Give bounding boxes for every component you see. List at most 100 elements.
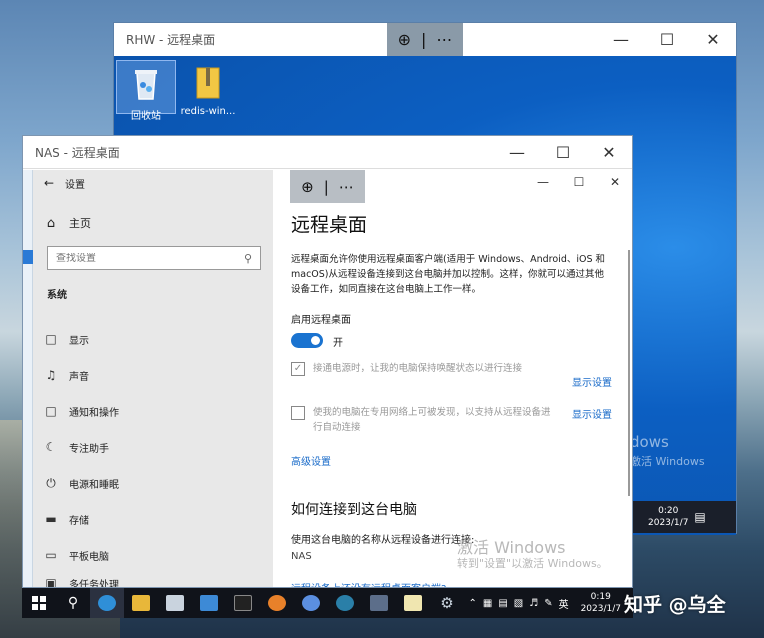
message-icon: □ (45, 404, 57, 418)
nas-window-title: NAS - 远程桌面 (35, 145, 120, 160)
taskbar-edge[interactable] (90, 588, 124, 618)
rhw-activate-title: dows (630, 433, 669, 451)
no-client-link[interactable]: 远程设备上还没有远程桌面客户端? (291, 580, 446, 587)
taskbar-clock[interactable]: 0:19 2023/1/7 (581, 591, 621, 615)
notepad-icon (404, 595, 422, 611)
nav-item-multitasking[interactable]: ▣ 多任务处理 (33, 573, 273, 587)
nav-item-sound[interactable]: ♫ 声音 (33, 357, 273, 393)
toggle-state-label: 开 (333, 338, 343, 349)
nav-home[interactable]: ⌂ 主页 (33, 208, 273, 238)
search-input[interactable] (56, 252, 244, 264)
taskbar-globe-app[interactable] (328, 588, 362, 618)
nav-item-focus-assist[interactable]: ☾ 专注助手 (33, 429, 273, 465)
nas-titlebar[interactable]: NAS - 远程桌面 — ☐ ✕ (23, 136, 632, 169)
close-button[interactable]: ✕ (690, 23, 736, 56)
enable-remote-desktop-toggle[interactable] (291, 333, 323, 348)
tray-display-icon[interactable]: ▧ (514, 598, 523, 609)
rhw-activate-sub: 激活 Windows (630, 455, 705, 468)
minimize-button[interactable]: — (598, 23, 644, 56)
option2-display-settings-link[interactable]: 显示设置 (572, 406, 612, 421)
option1-display-settings-link[interactable]: 显示设置 (572, 374, 612, 389)
nav-item-tablet[interactable]: ▭ 平板电脑 (33, 537, 273, 573)
more-options-icon[interactable]: ⋯ (339, 178, 354, 196)
taskbar-file-explorer[interactable] (124, 588, 158, 618)
folder-icon (132, 595, 150, 611)
settings-nav: ← 设置 ⌂ 主页 ⚲ 系统 □ 显示 ♫ 声音 (33, 170, 273, 587)
more-options-icon[interactable]: ⋯ (436, 30, 452, 49)
zoom-icon[interactable]: ⊕ (398, 30, 411, 49)
rhw-notification-icon[interactable]: ▤ (694, 510, 705, 524)
nav-item-notifications[interactable]: □ 通知和操作 (33, 393, 273, 429)
magnifier-app-icon (268, 595, 286, 611)
settings-header-label: 设置 (65, 179, 85, 191)
maximize-button[interactable]: ☐ (561, 170, 597, 194)
storage-icon: ▬ (45, 512, 57, 526)
close-button[interactable]: ✕ (586, 136, 632, 169)
moon-icon: ☾ (45, 440, 57, 454)
enable-remote-desktop-label: 启用远程桌面 (291, 315, 351, 326)
search-icon: ⚲ (67, 595, 79, 611)
taskbar-app-blue[interactable] (192, 588, 226, 618)
taskbar-settings[interactable]: ⚙ (430, 588, 464, 618)
redis-label: redis-win... (180, 106, 236, 117)
settings-search[interactable]: ⚲ (47, 246, 261, 270)
recycle-bin-label: 回收站 (131, 111, 161, 122)
discoverable-checkbox[interactable] (291, 406, 305, 420)
advanced-settings-link[interactable]: 高级设置 (291, 453, 331, 468)
taskbar-search-app[interactable] (260, 588, 294, 618)
nav-item-power-sleep[interactable]: ⏻ 电源和睡眠 (33, 465, 273, 501)
page-title: 远程桌面 (291, 214, 368, 236)
app-icon (200, 595, 218, 611)
taskbar-notepad[interactable] (396, 588, 430, 618)
nav-section-title: 系统 (47, 290, 67, 301)
nav-item-display[interactable]: □ 显示 (33, 321, 273, 357)
zoom-icon[interactable]: ⊕ (301, 178, 314, 196)
minimize-button[interactable]: — (525, 170, 561, 194)
volume-icon[interactable]: ♬ (529, 598, 538, 609)
gear-icon: ⚙ (440, 594, 454, 612)
rhw-clock-time: 0:20 (658, 506, 679, 516)
nav-item-label: 通知和操作 (69, 407, 119, 419)
taskbar-remote-desktop[interactable] (158, 588, 192, 618)
content-scrollbar[interactable] (628, 250, 630, 496)
home-icon: ⌂ (46, 215, 56, 231)
nav-item-label: 电源和睡眠 (69, 479, 119, 491)
nav-item-storage[interactable]: ▬ 存储 (33, 501, 273, 537)
discoverable-label: 使我的电脑在专用网络上可被发现，以支持从远程设备进行自动连接 (313, 407, 551, 433)
zhihu-watermark: 知乎 @乌全 (624, 594, 726, 616)
taskbar-terminal[interactable] (226, 588, 260, 618)
search-icon[interactable]: ⚲ (244, 252, 252, 265)
nav-list: □ 显示 ♫ 声音 □ 通知和操作 ☾ 专注助手 ⏻ 电源和睡眠 ▬ 存储 ▭ … (33, 321, 273, 587)
redis-desktop-icon[interactable]: redis-win... (178, 64, 238, 117)
tray-app-icon[interactable]: ▦ (483, 598, 492, 609)
tray-network-icon[interactable]: ▤ (498, 598, 507, 609)
network-icon (370, 595, 388, 611)
back-arrow-icon[interactable]: ← (33, 176, 65, 190)
nav-item-label: 声音 (69, 371, 89, 383)
nas-remote-desktop-window[interactable]: NAS - 远程桌面 — ☐ ✕ ← 设置 ⌂ 主页 ⚲ 系统 □ (22, 135, 633, 588)
recycle-bin-icon (129, 65, 163, 103)
taskbar-db-app[interactable] (294, 588, 328, 618)
system-tray: ⌃ ▦ ▤ ▧ ♬ ✎ 英 0:19 2023/1/7 (468, 588, 633, 618)
pen-icon[interactable]: ✎ (544, 598, 552, 609)
recycle-bin-desktop-icon[interactable]: 回收站 (116, 60, 176, 122)
ime-indicator[interactable]: 英 (559, 596, 569, 611)
globe-icon (336, 595, 354, 611)
nas-remote-toolbar[interactable]: ⊕ | ⋯ (290, 170, 365, 203)
how-to-connect-text: 使用这台电脑的名称从远程设备进行连接: (291, 535, 475, 546)
minimize-button[interactable]: — (494, 136, 540, 169)
chevron-up-icon[interactable]: ⌃ (468, 598, 476, 609)
search-button[interactable]: ⚲ (56, 588, 90, 618)
rhw-remote-toolbar[interactable]: ⊕ | ⋯ (387, 23, 463, 56)
rhw-clock[interactable]: 0:20 2023/1/7 (648, 505, 688, 529)
close-button[interactable]: ✕ (597, 170, 632, 194)
zip-folder-icon (191, 64, 225, 102)
clock-date: 2023/1/7 (580, 604, 621, 614)
toolbar-divider: | (323, 177, 329, 196)
rhw-clock-date: 2023/1/7 (648, 518, 689, 528)
start-button[interactable] (22, 588, 56, 618)
keep-awake-checkbox[interactable]: ✓ (291, 362, 305, 376)
maximize-button[interactable]: ☐ (540, 136, 586, 169)
taskbar-network-app[interactable] (362, 588, 396, 618)
maximize-button[interactable]: ☐ (644, 23, 690, 56)
